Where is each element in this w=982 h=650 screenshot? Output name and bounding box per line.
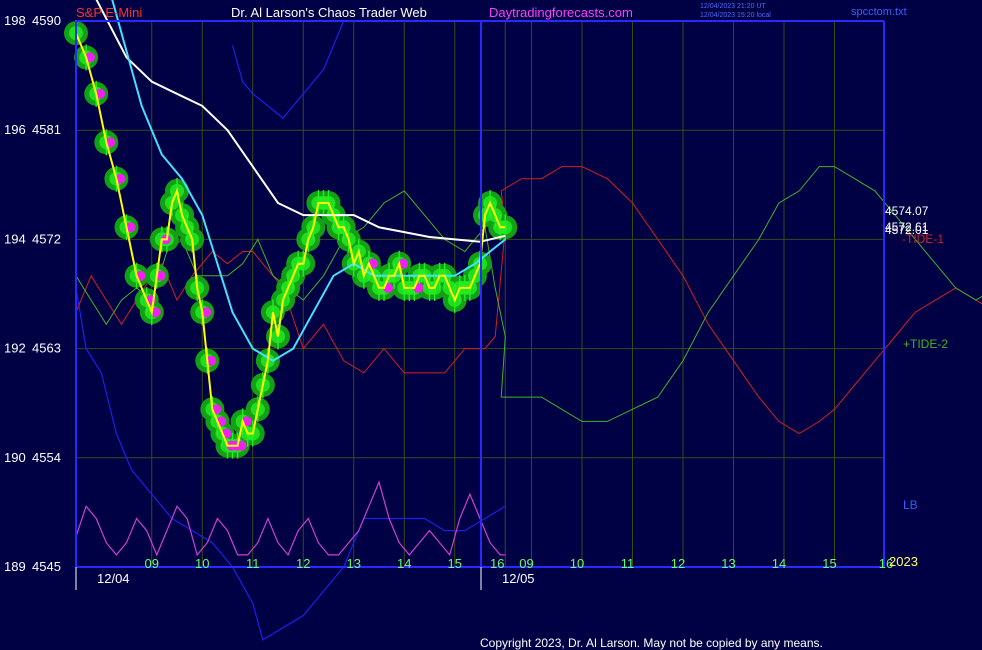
- timestamp-local: 12/04/2023 15:20 local: [700, 12, 771, 19]
- y-tick-label-left: 196: [4, 122, 26, 137]
- x-tick-label: 13: [347, 556, 361, 571]
- data-file-name: spcctom.txt: [851, 6, 907, 18]
- date-label: 12/05: [502, 571, 535, 586]
- site-link[interactable]: Daytradingforecasts.com: [489, 5, 633, 20]
- x-tick-label: 09: [519, 556, 533, 571]
- x-tick-label: 14: [772, 556, 786, 571]
- x-tick-label: 10: [195, 556, 209, 571]
- year-label: 2023: [889, 554, 918, 569]
- x-tick-label: 15: [822, 556, 836, 571]
- y-tick-label-left: 194: [4, 231, 26, 246]
- y-tick-label-right: 4581: [32, 122, 61, 137]
- x-tick-label: 13: [721, 556, 735, 571]
- timestamp-ut: 12/04/2023 21:20 UT: [700, 3, 766, 10]
- series-label-lb: LB: [903, 498, 918, 512]
- y-tick-label-right: 4563: [32, 341, 61, 356]
- y-tick-label-left: 189: [4, 559, 26, 574]
- x-tick-label: 16: [490, 556, 504, 571]
- copyright: Copyright 2023, Dr. Al Larson. May not b…: [480, 636, 823, 650]
- y-tick-label-right: 4590: [32, 13, 61, 28]
- x-tick-label: 10: [570, 556, 584, 571]
- price-readout: 4574.07: [885, 204, 929, 218]
- author-title: Dr. Al Larson's Chaos Trader Web: [231, 5, 427, 20]
- x-tick-label: 12: [671, 556, 685, 571]
- x-tick-label: 15: [448, 556, 462, 571]
- x-tick-label: 09: [145, 556, 159, 571]
- x-tick-label: 14: [397, 556, 411, 571]
- y-tick-label-right: 4554: [32, 450, 61, 465]
- series-label-tide1: -TIDE-1: [902, 232, 944, 246]
- date-label: 12/04: [97, 571, 130, 586]
- x-tick-label: 11: [621, 556, 635, 571]
- y-tick-label-left: 198: [4, 13, 26, 28]
- symbol-title: S&P E-Mini: [76, 5, 142, 20]
- x-tick-label: 11: [246, 556, 260, 571]
- y-tick-label-right: 4545: [32, 559, 61, 574]
- y-tick-label-right: 4572: [32, 231, 61, 246]
- y-tick-label-left: 192: [4, 341, 26, 356]
- y-tick-label-left: 190: [4, 450, 26, 465]
- x-tick-label: 12: [296, 556, 310, 571]
- series-label-tide2: +TIDE-2: [903, 337, 948, 351]
- chaos-trader-chart: 198 4590 196 4581 194 4572 192 4563 190 4554 189 45…: [0, 0, 982, 650]
